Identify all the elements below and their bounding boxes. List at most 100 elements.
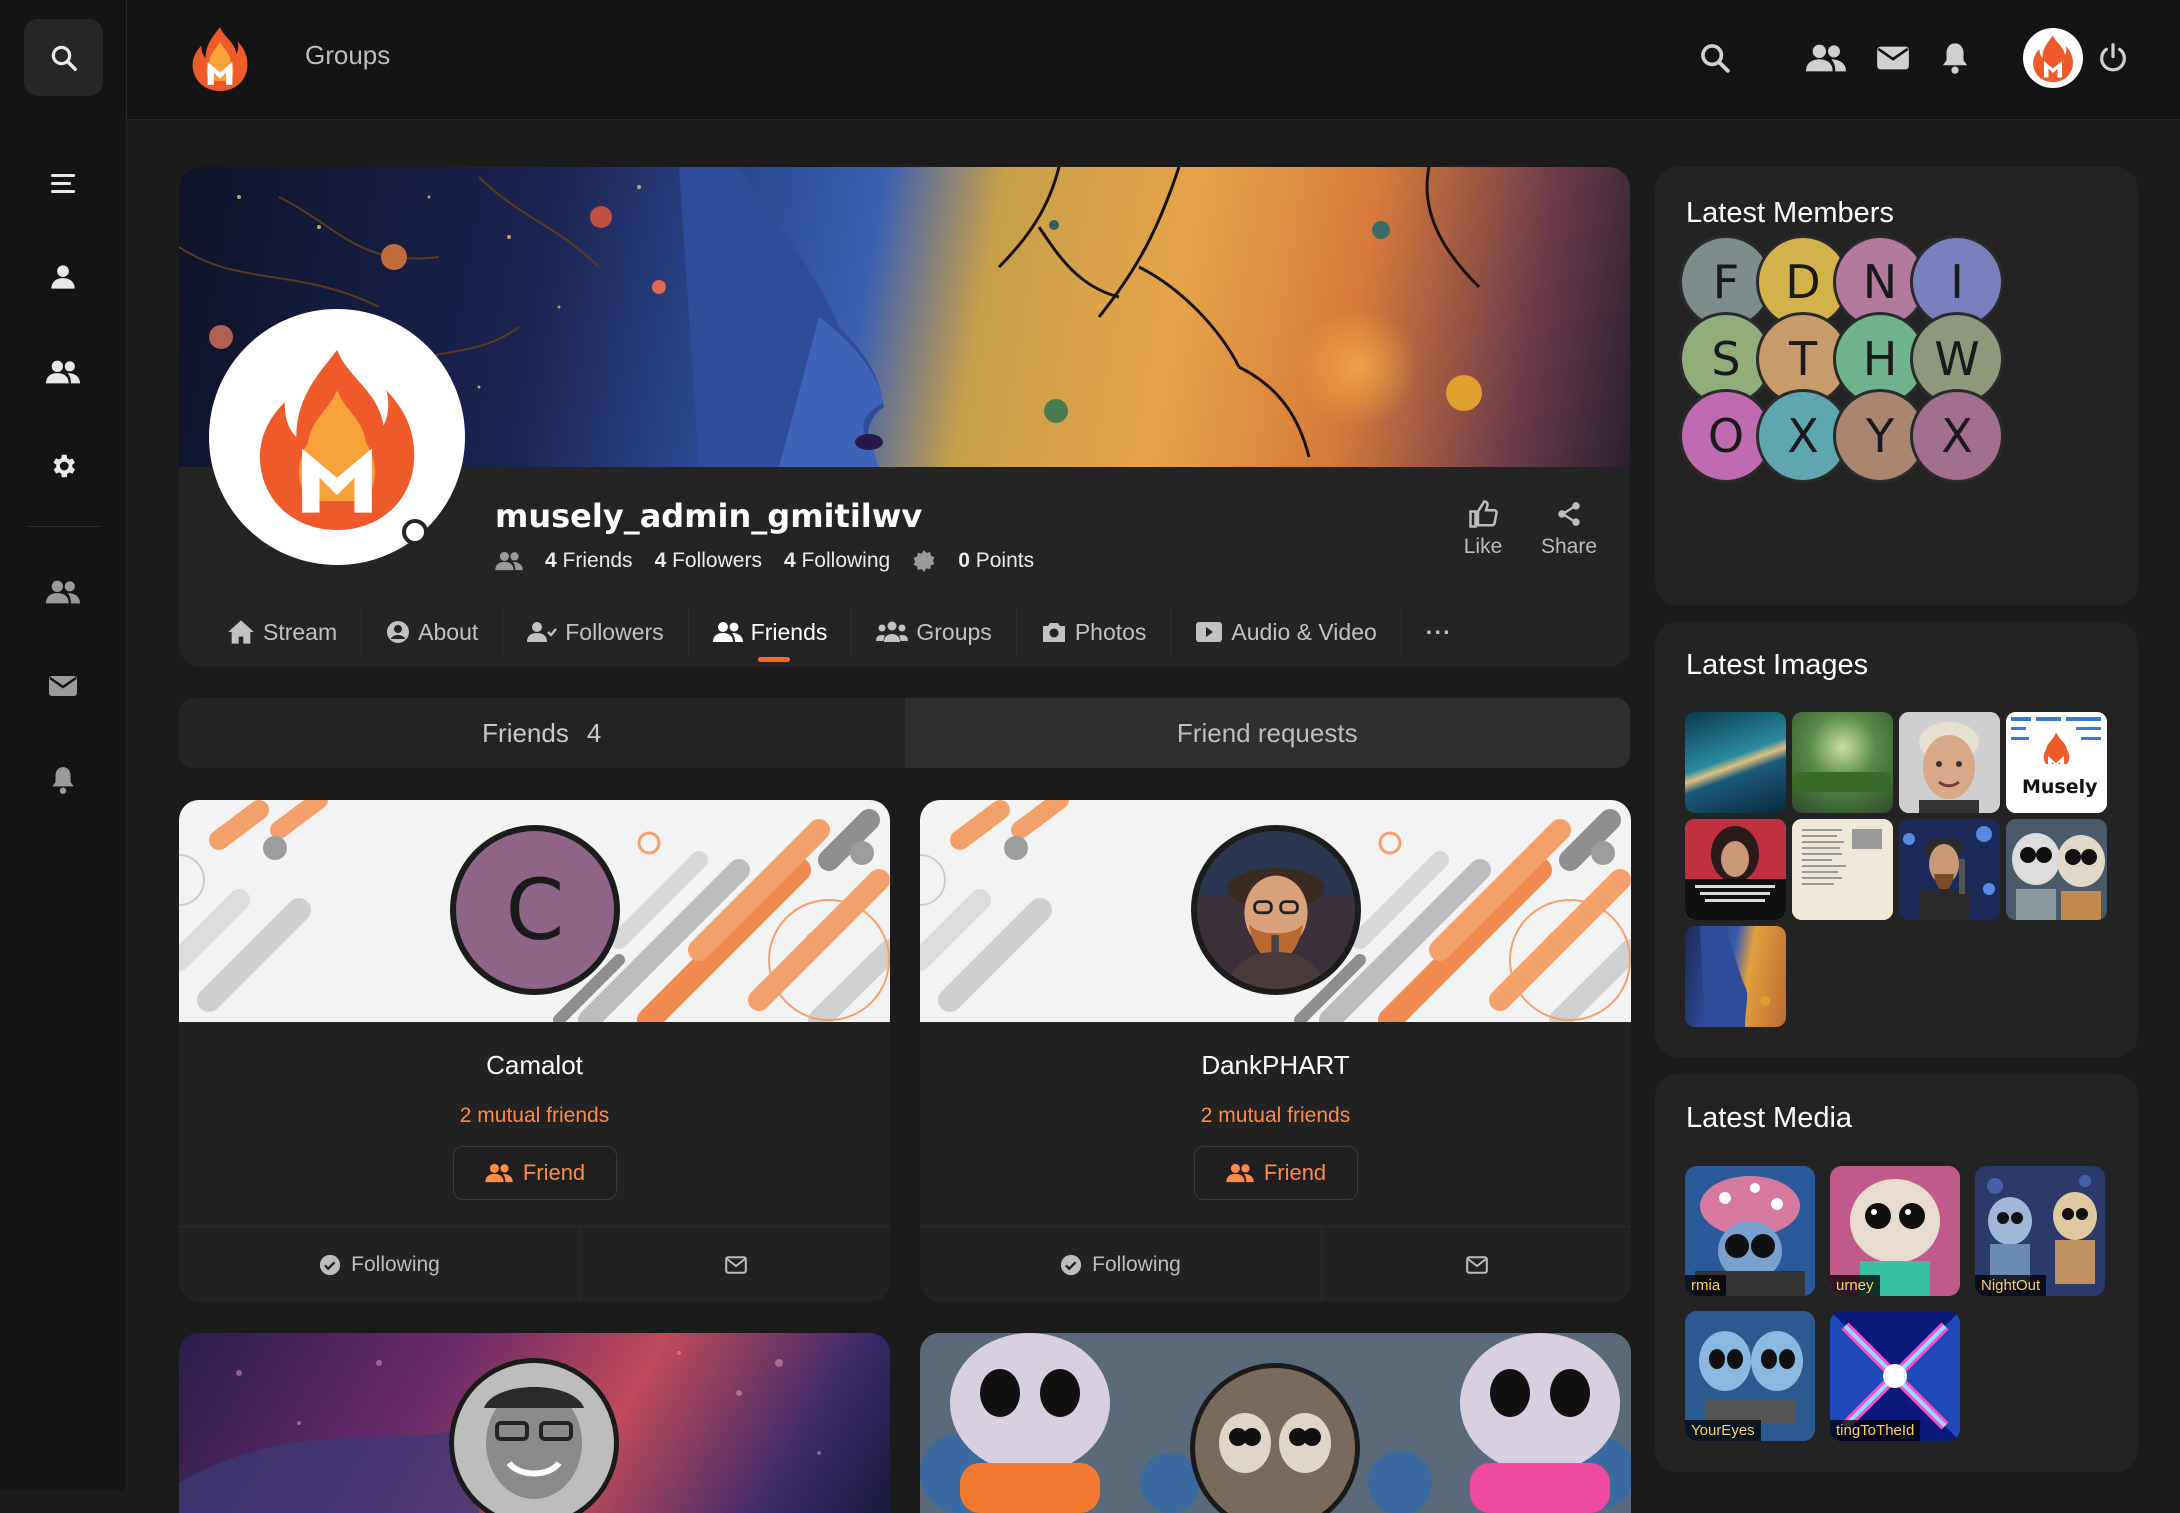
tab-friends[interactable]: Friends bbox=[689, 606, 853, 662]
following-button[interactable]: Following bbox=[920, 1227, 1322, 1302]
image-thumb[interactable] bbox=[2006, 819, 2107, 920]
latest-members-title: Latest Members bbox=[1686, 197, 1894, 229]
musely-logo[interactable] bbox=[187, 25, 253, 91]
followers-stat[interactable]: 4 Followers bbox=[655, 549, 762, 573]
users-icon bbox=[712, 622, 743, 642]
friend-name[interactable]: DankPHART bbox=[920, 1050, 1631, 1081]
image-thumb[interactable] bbox=[1899, 819, 2000, 920]
users-group-icon bbox=[876, 621, 909, 642]
subtab-friends-label: Friends bbox=[482, 717, 569, 748]
profile-stats: 4 Friends 4 Followers 4 Following 0 Poin… bbox=[495, 549, 1034, 573]
profile-username: musely_admin_gmitilwv bbox=[495, 497, 923, 535]
message-friend-button[interactable] bbox=[581, 1227, 890, 1302]
users-icon bbox=[46, 580, 80, 604]
share-button[interactable]: Share bbox=[1529, 497, 1609, 559]
tab-stream-label: Stream bbox=[263, 618, 338, 645]
friends-stat[interactable]: 4 Friends bbox=[545, 549, 633, 573]
following-label: Following bbox=[1092, 1252, 1181, 1276]
friend-avatar[interactable] bbox=[1191, 825, 1361, 995]
groups-nav-button[interactable] bbox=[39, 568, 87, 616]
image-thumb[interactable]: Musely bbox=[2006, 712, 2107, 813]
subtab-friend-requests[interactable]: Friend requests bbox=[904, 698, 1630, 768]
thumbs-up-icon bbox=[1469, 500, 1498, 528]
logout-button[interactable] bbox=[2091, 36, 2135, 80]
media-label: urney bbox=[1830, 1275, 1880, 1296]
media-label: tingToTheId bbox=[1830, 1420, 1921, 1441]
top-notifications-button[interactable] bbox=[1933, 36, 1977, 80]
message-friend-button[interactable] bbox=[1322, 1227, 1631, 1302]
top-friends-button[interactable] bbox=[1804, 36, 1848, 80]
friend-status-button[interactable]: Friend bbox=[453, 1146, 617, 1200]
users-icon bbox=[485, 1163, 513, 1183]
friends-subtabs: Friends 4 Friend requests bbox=[179, 698, 1630, 768]
search-icon bbox=[51, 45, 77, 71]
top-messages-button[interactable] bbox=[1871, 36, 1915, 80]
menu-icon bbox=[51, 174, 75, 193]
gear-icon bbox=[53, 454, 75, 478]
left-rail bbox=[0, 0, 127, 1490]
profile-nav-button[interactable] bbox=[39, 253, 87, 301]
latest-media-widget: Latest Media rmia urney NightOut YourEye… bbox=[1655, 1074, 2138, 1472]
users-icon bbox=[46, 360, 80, 384]
media-thumb[interactable]: urney bbox=[1830, 1166, 1960, 1296]
media-thumb[interactable]: NightOut bbox=[1975, 1166, 2105, 1296]
media-thumb[interactable]: YourEyes bbox=[1685, 1311, 1815, 1441]
friend-card-footer: Following bbox=[179, 1226, 890, 1302]
media-thumb[interactable]: tingToTheId bbox=[1830, 1311, 1960, 1441]
rail-search-button[interactable] bbox=[24, 19, 103, 96]
mutual-friends[interactable]: 2 mutual friends bbox=[920, 1104, 1631, 1128]
friends-stat-label: Friends bbox=[562, 549, 633, 572]
friends-nav-button[interactable] bbox=[39, 348, 87, 396]
friend-avatar[interactable]: C bbox=[450, 825, 620, 995]
friend-name[interactable]: Camalot bbox=[179, 1050, 890, 1081]
more-icon: ··· bbox=[1425, 618, 1452, 645]
tab-photos[interactable]: Photos bbox=[1017, 606, 1172, 658]
tab-groups[interactable]: Groups bbox=[852, 606, 1017, 658]
points-count: 0 bbox=[958, 549, 970, 572]
top-search-button[interactable] bbox=[1693, 36, 1737, 80]
image-thumb[interactable] bbox=[1899, 712, 2000, 813]
bell-icon bbox=[1942, 43, 1968, 74]
menu-button[interactable] bbox=[39, 159, 87, 207]
friend-button-label: Friend bbox=[1263, 1160, 1327, 1185]
friend-avatar-initial: C bbox=[505, 861, 565, 959]
users-icon bbox=[495, 551, 523, 571]
latest-images-title: Latest Images bbox=[1686, 649, 1869, 681]
following-label: Following bbox=[351, 1252, 440, 1276]
mutual-friends[interactable]: 2 mutual friends bbox=[179, 1104, 890, 1128]
member-avatar[interactable]: X bbox=[1910, 389, 2004, 483]
image-thumb[interactable] bbox=[1685, 926, 1786, 1027]
tab-audio-video[interactable]: Audio & Video bbox=[1171, 606, 1402, 658]
image-thumb[interactable] bbox=[1792, 712, 1893, 813]
following-stat[interactable]: 4 Following bbox=[784, 549, 890, 573]
notifications-nav-button[interactable] bbox=[39, 756, 87, 804]
envelope-icon bbox=[724, 1255, 747, 1274]
image-thumb[interactable] bbox=[1792, 819, 1893, 920]
latest-images-widget: Latest Images Musely bbox=[1655, 622, 2138, 1057]
like-button[interactable]: Like bbox=[1443, 497, 1523, 559]
users-icon bbox=[1226, 1163, 1254, 1183]
media-thumb[interactable]: rmia bbox=[1685, 1166, 1815, 1296]
tab-stream[interactable]: Stream bbox=[203, 606, 363, 658]
tab-about[interactable]: About bbox=[362, 606, 504, 658]
friend-status-button[interactable]: Friend bbox=[1194, 1146, 1358, 1200]
subtab-friends[interactable]: Friends 4 bbox=[179, 698, 905, 768]
user-circle-icon bbox=[387, 621, 410, 643]
image-thumb[interactable] bbox=[1685, 712, 1786, 813]
top-bar: Groups bbox=[127, 0, 2180, 120]
bell-icon bbox=[52, 767, 74, 794]
check-circle-icon bbox=[1061, 1254, 1082, 1275]
user-avatar[interactable] bbox=[2023, 28, 2083, 88]
profile-tabs: Stream About Followers Friends Groups Ph… bbox=[179, 597, 1630, 667]
musely-logo-icon bbox=[2033, 35, 2073, 82]
tab-followers[interactable]: Followers bbox=[503, 606, 689, 658]
settings-nav-button[interactable] bbox=[39, 442, 87, 490]
tab-audio-video-label: Audio & Video bbox=[1231, 618, 1377, 645]
share-icon bbox=[1558, 502, 1580, 526]
latest-members-widget: Latest Members FDNISTHWOXYX bbox=[1655, 167, 2138, 605]
following-button[interactable]: Following bbox=[179, 1227, 581, 1302]
messages-nav-button[interactable] bbox=[39, 662, 87, 710]
tab-more[interactable]: ··· bbox=[1402, 606, 1476, 658]
image-thumb[interactable] bbox=[1685, 819, 1786, 920]
breadcrumb[interactable]: Groups bbox=[305, 40, 390, 71]
